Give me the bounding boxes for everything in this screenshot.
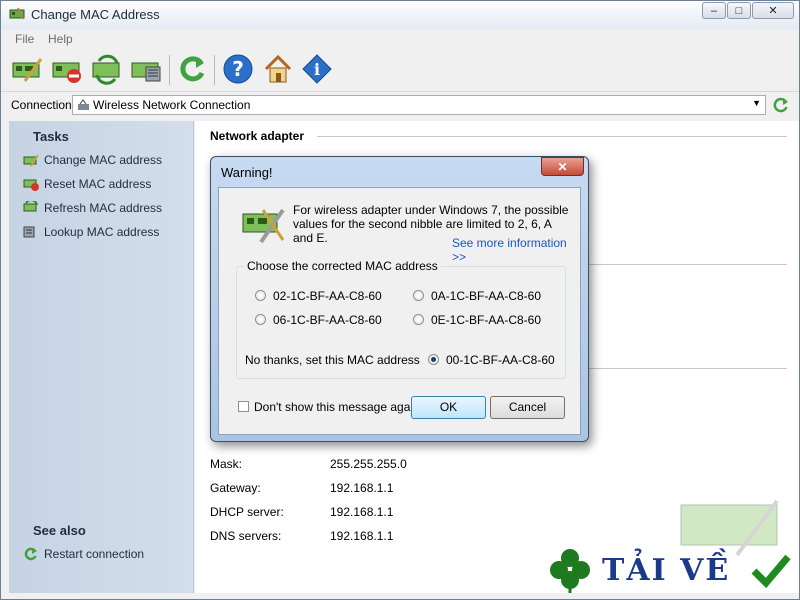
tasks-heading: Tasks bbox=[33, 129, 69, 144]
refresh-connection-icon[interactable] bbox=[773, 97, 789, 113]
task-label: Change MAC address bbox=[44, 153, 163, 167]
refresh-icon[interactable] bbox=[176, 53, 208, 85]
row-value: 192.168.1.1 bbox=[330, 481, 394, 495]
radio-button[interactable] bbox=[255, 290, 266, 301]
lookup-mac-tool-icon[interactable] bbox=[130, 53, 162, 85]
title-bar: Change MAC Address – □ ✕ bbox=[1, 1, 799, 30]
toolbar-separator bbox=[214, 55, 215, 85]
row-value: 255.255.255.0 bbox=[330, 457, 407, 471]
network-icon bbox=[78, 99, 89, 110]
task-label: Lookup MAC address bbox=[44, 225, 160, 239]
toolbar-separator bbox=[169, 55, 170, 85]
row-value: 192.168.1.1 bbox=[330, 529, 394, 543]
row-key: Mask: bbox=[210, 457, 243, 471]
reset-mac-icon bbox=[23, 179, 39, 191]
option-label: 0A-1C-BF-AA-C8-60 bbox=[431, 289, 542, 303]
section-divider bbox=[317, 136, 787, 137]
group-title: Choose the corrected MAC address bbox=[244, 259, 441, 273]
option-label: 06-1C-BF-AA-C8-60 bbox=[273, 313, 382, 327]
connection-label: Connection: bbox=[11, 98, 76, 112]
network-adapter-heading: Network adapter bbox=[210, 129, 305, 143]
task-label: Reset MAC address bbox=[44, 177, 152, 191]
checkbox-box[interactable] bbox=[238, 401, 249, 412]
reset-mac-tool-icon[interactable] bbox=[51, 53, 83, 85]
radio-button[interactable] bbox=[413, 314, 424, 325]
no-thanks-label: No thanks, set this MAC address bbox=[245, 353, 420, 367]
row-key: DNS servers: bbox=[210, 529, 282, 543]
home-icon[interactable] bbox=[262, 53, 294, 85]
refresh-mac-icon bbox=[23, 201, 38, 212]
task-label: Restart connection bbox=[44, 547, 145, 561]
help-icon[interactable]: ? bbox=[222, 53, 254, 85]
window-title: Change MAC Address bbox=[31, 7, 160, 22]
option-label: 00-1C-BF-AA-C8-60 bbox=[446, 353, 555, 367]
row-value: 192.168.1.1 bbox=[330, 505, 394, 519]
section-divider bbox=[587, 368, 787, 369]
ok-button[interactable]: OK bbox=[411, 396, 486, 419]
cancel-button[interactable]: Cancel bbox=[490, 396, 565, 419]
maximize-button[interactable]: □ bbox=[727, 2, 751, 19]
toolbar: ? i bbox=[1, 49, 799, 92]
change-mac-tool-icon[interactable] bbox=[11, 53, 43, 85]
radio-button[interactable] bbox=[428, 354, 439, 365]
see-also-heading: See also bbox=[33, 523, 86, 538]
app-icon bbox=[9, 7, 25, 20]
restart-icon bbox=[24, 547, 37, 561]
radio-button[interactable] bbox=[413, 290, 424, 301]
option-label: 02-1C-BF-AA-C8-60 bbox=[273, 289, 382, 303]
app-window: Change MAC Address – □ ✕ File Help ? i C… bbox=[0, 0, 800, 600]
checkbox-label: Don't show this message again bbox=[254, 400, 420, 414]
warning-dialog: Warning! ✕ For wireless adapter under Wi… bbox=[210, 156, 589, 442]
site-watermark: TẢI VỀ bbox=[548, 547, 798, 597]
checkmark-icon bbox=[751, 554, 791, 589]
mac-choice-group: Choose the corrected MAC address 02-1C-B… bbox=[236, 259, 566, 379]
minimize-button[interactable]: – bbox=[702, 2, 726, 19]
option-label: 0E-1C-BF-AA-C8-60 bbox=[431, 313, 542, 327]
svg-text:i: i bbox=[314, 60, 320, 79]
adapter-warning-icon bbox=[242, 208, 285, 244]
menu-file[interactable]: File bbox=[15, 32, 34, 46]
connection-select[interactable]: Wireless Network Connection ▼ bbox=[72, 95, 766, 115]
refresh-mac-tool-icon[interactable] bbox=[91, 53, 123, 85]
clover-logo-icon bbox=[550, 549, 590, 593]
change-mac-icon bbox=[23, 154, 39, 167]
section-divider bbox=[587, 264, 787, 265]
dialog-body: For wireless adapter under Windows 7, th… bbox=[218, 187, 581, 435]
info-row-gateway: Gateway: 192.168.1.1 bbox=[210, 481, 770, 497]
dialog-title: Warning! bbox=[221, 165, 273, 180]
svg-text:?: ? bbox=[232, 57, 244, 81]
info-row-mask: Mask: 255.255.255.0 bbox=[210, 457, 770, 473]
task-sidebar: Tasks Change MAC address Reset MAC addre… bbox=[9, 121, 194, 593]
menu-help[interactable]: Help bbox=[48, 32, 73, 46]
lookup-mac-icon bbox=[23, 226, 35, 238]
connection-bar: Connection: Wireless Network Connection … bbox=[1, 92, 799, 119]
close-button[interactable]: ✕ bbox=[752, 2, 794, 19]
dialog-close-button[interactable]: ✕ bbox=[541, 157, 584, 176]
info-icon[interactable]: i bbox=[301, 53, 333, 85]
menu-bar: File Help bbox=[1, 29, 799, 49]
row-key: DHCP server: bbox=[210, 505, 284, 519]
see-more-link[interactable]: See more information >> bbox=[452, 236, 580, 264]
radio-button[interactable] bbox=[255, 314, 266, 325]
watermark-text: TẢI VỀ bbox=[602, 553, 731, 588]
chevron-down-icon[interactable]: ▼ bbox=[752, 98, 761, 108]
connection-value: Wireless Network Connection bbox=[93, 98, 251, 112]
task-label: Refresh MAC address bbox=[44, 201, 163, 215]
row-key: Gateway: bbox=[210, 481, 261, 495]
